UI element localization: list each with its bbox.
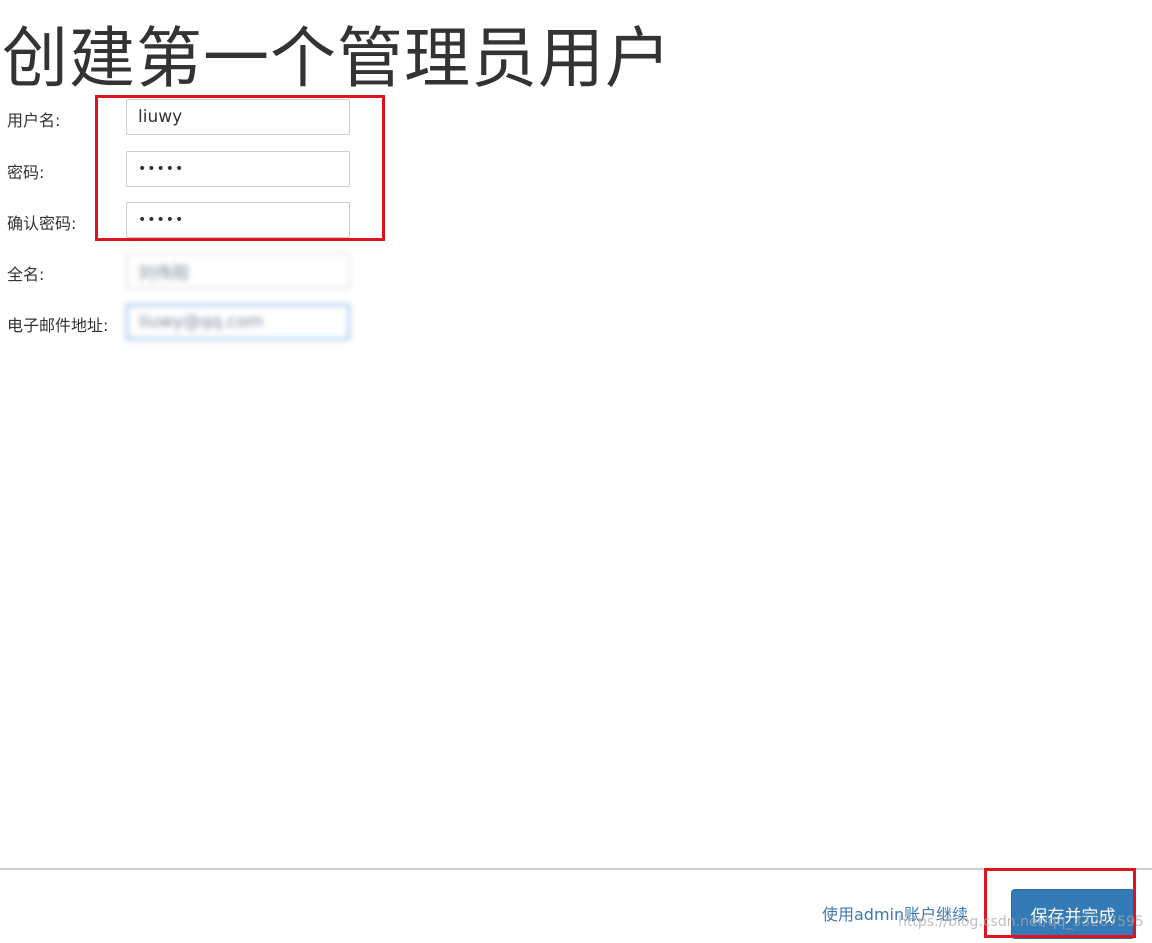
continue-as-admin-link[interactable]: 使用admin账户继续 <box>822 901 968 925</box>
page-title: 创建第一个管理员用户 <box>2 20 672 97</box>
form-row-email: 电子邮件地址: <box>0 304 360 342</box>
email-label: 电子邮件地址: <box>7 316 109 335</box>
username-input[interactable] <box>126 99 350 135</box>
confirm-password-label: 确认密码: <box>7 214 77 233</box>
save-and-finish-button[interactable]: 保存并完成 <box>1011 889 1135 939</box>
confirm-password-input[interactable] <box>126 202 350 238</box>
form-row-username: 用户名: <box>0 99 360 137</box>
setup-page: 创建第一个管理员用户 用户名: 密码: 确认密码: 全名: 电子邮件地址: 使用… <box>0 0 1152 943</box>
password-label: 密码: <box>7 163 45 182</box>
email-input[interactable] <box>126 304 350 340</box>
footer-divider <box>0 868 1152 870</box>
full-name-label: 全名: <box>7 265 45 284</box>
form-row-password: 密码: <box>0 151 360 189</box>
form-row-confirm-password: 确认密码: <box>0 202 360 240</box>
password-input[interactable] <box>126 151 350 187</box>
full-name-input[interactable] <box>126 253 350 289</box>
username-label: 用户名: <box>7 111 61 130</box>
form-row-full-name: 全名: <box>0 253 360 291</box>
